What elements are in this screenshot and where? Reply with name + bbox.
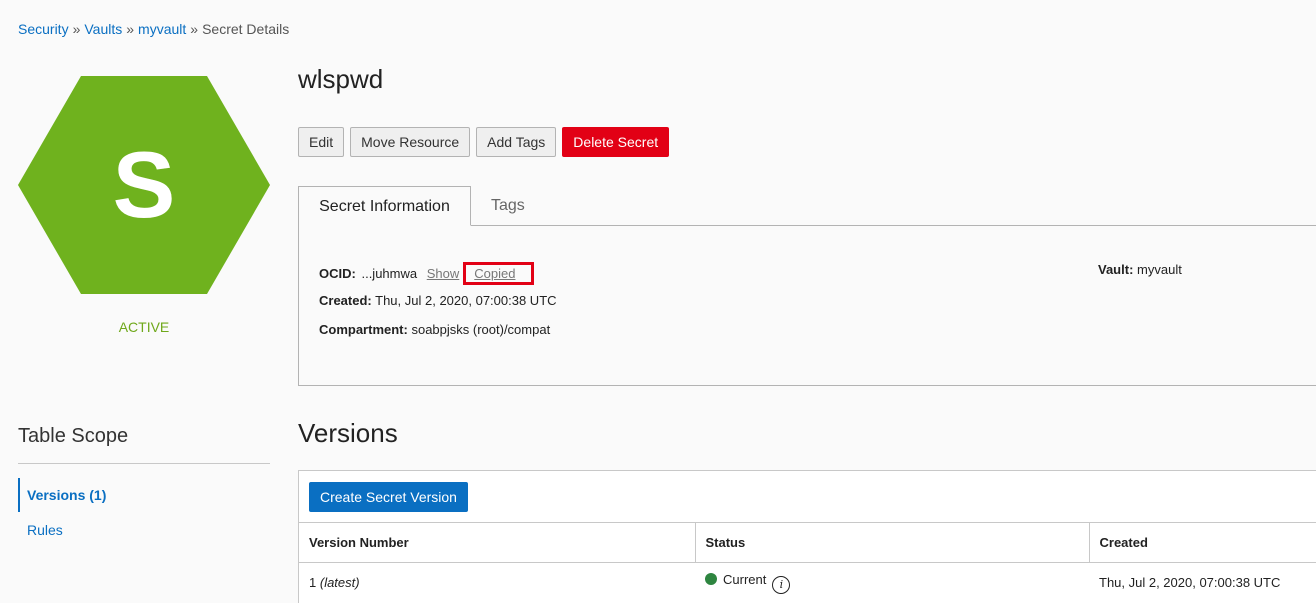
- ocid-label: OCID:: [319, 266, 356, 281]
- table-header-row: Version Number Status Created: [299, 522, 1316, 563]
- version-number: 1: [309, 575, 317, 591]
- ocid-row: OCID: ...juhmwa Show Copied: [319, 262, 535, 285]
- breadcrumb-separator: »: [190, 21, 199, 37]
- column-header-created[interactable]: Created: [1088, 522, 1316, 563]
- version-number-cell: 1 (latest): [299, 563, 695, 603]
- delete-secret-button[interactable]: Delete Secret: [562, 127, 670, 157]
- tab-secret-information[interactable]: Secret Information: [298, 186, 471, 226]
- scope-item-rules[interactable]: Rules: [18, 513, 270, 547]
- move-resource-button[interactable]: Move Resource: [350, 127, 471, 157]
- resource-hexagon-badge: S: [18, 76, 270, 294]
- page-title: wlspwd: [298, 64, 384, 94]
- created-row: Created: Thu, Jul 2, 2020, 07:00:38 UTC: [319, 293, 557, 308]
- show-ocid-link[interactable]: Show: [427, 266, 460, 281]
- versions-title: Versions: [298, 418, 398, 448]
- secret-information-panel: OCID: ...juhmwa Show Copied Created: Thu,…: [298, 225, 1316, 386]
- vault-row: Vault: myvault: [1098, 262, 1182, 277]
- breadcrumb-current: Secret Details: [202, 21, 290, 37]
- status-text: Current: [723, 571, 767, 587]
- copied-highlight: Copied: [463, 262, 535, 285]
- versions-table-container: Create Secret Version Version Number Sta…: [298, 470, 1316, 603]
- scope-item-versions[interactable]: Versions (1): [18, 478, 270, 512]
- compartment-row: Compartment: soabpjsks (root)/compat: [319, 322, 550, 337]
- divider: [18, 463, 270, 464]
- table-row: 1 (latest) Current i Thu, Jul 2, 2020, 07…: [299, 563, 1316, 603]
- info-icon[interactable]: i: [772, 575, 791, 594]
- status-dot-icon: [705, 572, 717, 585]
- compartment-label: Compartment:: [319, 322, 408, 337]
- add-tags-button[interactable]: Add Tags: [476, 127, 557, 157]
- breadcrumb-separator: »: [126, 21, 135, 37]
- resource-initial: S: [112, 132, 176, 237]
- versions-table: Version Number Status Created 1 (latest)…: [299, 522, 1316, 603]
- column-header-version-number[interactable]: Version Number: [299, 522, 695, 563]
- vault-value: myvault: [1137, 262, 1182, 277]
- action-toolbar: Edit Move Resource Add Tags Delete Secre…: [298, 127, 670, 157]
- edit-button[interactable]: Edit: [298, 127, 345, 157]
- vault-label: Vault:: [1098, 262, 1134, 277]
- breadcrumb-security[interactable]: Security: [18, 21, 69, 37]
- lifecycle-state: ACTIVE: [118, 319, 170, 335]
- breadcrumb-vaults[interactable]: Vaults: [84, 21, 122, 37]
- create-secret-version-button[interactable]: Create Secret Version: [309, 482, 468, 512]
- created-cell: Thu, Jul 2, 2020, 07:00:38 UTC: [1099, 575, 1281, 591]
- breadcrumb-myvault[interactable]: myvault: [138, 21, 186, 37]
- tab-tags[interactable]: Tags: [491, 186, 525, 226]
- latest-tag: (latest): [319, 575, 360, 591]
- compartment-value: soabpjsks (root)/compat: [411, 322, 551, 337]
- table-scope-title: Table Scope: [18, 425, 129, 447]
- created-value: Thu, Jul 2, 2020, 07:00:38 UTC: [375, 293, 557, 308]
- table-toolbar: Create Secret Version: [309, 482, 468, 512]
- status-cell: Current i: [695, 563, 1089, 603]
- column-header-status[interactable]: Status: [694, 522, 1089, 563]
- created-label: Created:: [319, 293, 372, 308]
- breadcrumb: Security» Vaults» myvault» Secret Details: [18, 21, 289, 37]
- copy-ocid-link[interactable]: Copied: [474, 266, 515, 281]
- breadcrumb-separator: »: [72, 21, 81, 37]
- ocid-value: ...juhmwa: [361, 266, 418, 281]
